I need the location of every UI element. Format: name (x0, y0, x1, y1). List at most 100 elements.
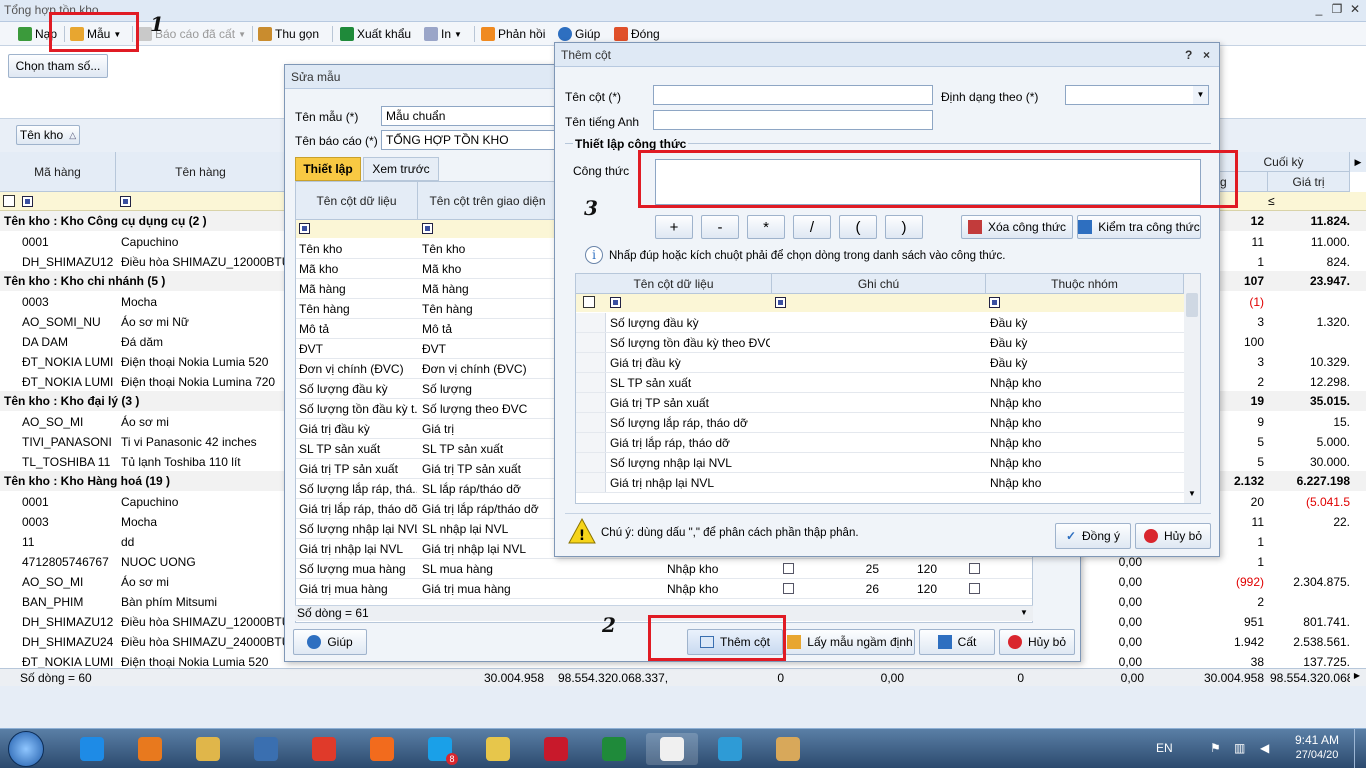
col-header-ghi-chu[interactable]: Ghi chú (772, 274, 986, 294)
data-column-name[interactable]: Giá trị nhập lại NVL (610, 476, 770, 490)
ten-tieng-anh-input[interactable] (653, 110, 933, 130)
volume-icon[interactable]: ◀ (1260, 741, 1269, 755)
chevron-down-icon[interactable]: ▼ (1193, 86, 1208, 104)
col-header-ten-hang[interactable]: Tên hàng (116, 152, 286, 192)
skype-icon[interactable]: 8 (414, 733, 466, 765)
operator-button[interactable]: * (747, 215, 785, 239)
in-button[interactable]: In ▼ (424, 25, 462, 43)
outlook-icon[interactable] (240, 733, 292, 765)
row-selector[interactable] (576, 353, 606, 372)
app-red-icon[interactable] (530, 733, 582, 765)
row-selector[interactable] (576, 333, 606, 352)
app-green-icon[interactable] (588, 733, 640, 765)
filter-checkbox[interactable] (120, 196, 131, 207)
data-column-name[interactable]: SL TP sản xuất (610, 376, 770, 390)
chrome-icon[interactable] (298, 733, 350, 765)
thu-gon-button[interactable]: Thu gọn (258, 25, 319, 43)
restore-button[interactable]: ❐ (1328, 2, 1346, 18)
data-column-name[interactable]: Số lượng tồn đầu kỳ theo ĐVC (610, 336, 770, 350)
giup-button[interactable]: Giúp (558, 25, 600, 43)
clock-time[interactable]: 9:41 AM (1292, 733, 1342, 747)
data-column-name[interactable]: Số lượng lắp ráp, tháo dỡ (610, 416, 770, 430)
giup-button[interactable]: Giúp (293, 629, 367, 655)
row-checkbox[interactable] (783, 563, 794, 574)
operator-button[interactable]: - (701, 215, 739, 239)
xuat-khau-button[interactable]: Xuất khẩu (340, 25, 411, 43)
cat-button[interactable]: Cất (919, 629, 995, 655)
dinh-dang-select[interactable] (1065, 85, 1209, 105)
operator-button[interactable]: / (793, 215, 831, 239)
filter-clear-icon[interactable] (583, 296, 595, 308)
kiem-tra-cong-thuc-button[interactable]: Kiểm tra công thức (1077, 215, 1201, 239)
row-selector[interactable] (576, 373, 606, 392)
scroll-down-icon[interactable]: ▼ (1184, 489, 1200, 503)
data-column-name[interactable]: Giá trị lắp ráp, tháo dỡ (610, 436, 770, 450)
show-desktop-button[interactable] (1354, 729, 1366, 768)
row-checkbox[interactable] (783, 583, 794, 594)
row-selector[interactable] (576, 453, 606, 472)
operator-button[interactable]: ( (839, 215, 877, 239)
group-chip-ten-kho[interactable]: Tên kho △ (16, 125, 80, 145)
row-selector[interactable] (576, 433, 606, 452)
row-selector[interactable] (576, 313, 606, 332)
row-checkbox[interactable] (969, 583, 980, 594)
ten-cot-input[interactable] (653, 85, 933, 105)
filter-checkbox[interactable] (422, 223, 433, 234)
filter-checkbox[interactable] (610, 297, 621, 308)
clock-date[interactable]: 27/04/20 (1292, 749, 1342, 761)
xoa-cong-thuc-button[interactable]: Xóa công thức (961, 215, 1073, 239)
row-checkbox[interactable] (969, 563, 980, 574)
flag-icon[interactable]: ⚑ (1210, 741, 1221, 755)
close-button[interactable]: × (1203, 48, 1210, 62)
operator-button[interactable]: + (655, 215, 693, 239)
paint-icon[interactable] (646, 733, 698, 765)
ie-icon[interactable] (66, 733, 118, 765)
lay-mau-ngam-dinh-button[interactable]: Lấy mẫu ngầm định (785, 629, 915, 655)
filter-checkbox[interactable] (775, 297, 786, 308)
filter-checkbox[interactable] (299, 223, 310, 234)
app-circle-icon[interactable] (704, 733, 756, 765)
language-indicator[interactable]: EN (1156, 741, 1173, 755)
close-button[interactable]: ✕ (1346, 2, 1364, 18)
tab-xem-truoc[interactable]: Xem trước (363, 157, 439, 181)
scroll-thumb[interactable] (1186, 293, 1198, 317)
huy-bo-button[interactable]: Hủy bỏ (1135, 523, 1211, 549)
minimize-button[interactable]: _ (1310, 2, 1328, 18)
scroll-right-icon[interactable]: ▶ (1350, 152, 1366, 172)
col-header-data[interactable]: Tên cột dữ liệu (296, 182, 418, 220)
row-selector[interactable] (576, 473, 606, 492)
data-column-name[interactable]: Số lượng nhập lại NVL (610, 456, 770, 470)
tab-thiet-lap[interactable]: Thiết lập (295, 157, 361, 181)
media-player-icon[interactable] (124, 733, 176, 765)
dong-y-button[interactable]: ✓ Đồng ý (1055, 523, 1131, 549)
scroll-right-icon[interactable]: ▶ (1350, 671, 1364, 685)
filter-checkbox[interactable] (989, 297, 1000, 308)
help-button[interactable]: ? (1185, 48, 1192, 62)
data-column-name[interactable]: Giá trị TP sản xuất (610, 396, 770, 410)
start-button[interactable] (8, 731, 44, 767)
filter-operator[interactable]: ≤ (1268, 194, 1288, 210)
dong-button[interactable]: Đóng (614, 25, 660, 43)
col-header-gia-tri[interactable]: Giá trị (1268, 172, 1350, 192)
ten-bao-cao-input[interactable]: TỔNG HỢP TỒN KHO (381, 130, 561, 150)
phan-hoi-button[interactable]: Phản hồi (481, 25, 545, 43)
filter-checkbox[interactable] (22, 196, 33, 207)
row-selector[interactable] (576, 413, 606, 432)
network-icon[interactable]: ▥ (1234, 741, 1245, 755)
data-column-name[interactable]: Số lượng đầu kỳ (610, 316, 770, 330)
col-header-ten-cot[interactable]: Tên cột dữ liệu (576, 274, 772, 294)
ten-mau-input[interactable]: Mẫu chuẩn (381, 106, 561, 126)
col-header-ma-hang[interactable]: Mã hàng (0, 152, 116, 192)
data-column-name[interactable]: Giá trị đầu kỳ (610, 356, 770, 370)
col-header-ui[interactable]: Tên cột trên giao diện (418, 182, 558, 220)
paint-palette-icon[interactable] (762, 733, 814, 765)
chon-tham-so-button[interactable]: Chọn tham số... (8, 54, 108, 78)
huy-bo-button[interactable]: Hủy bỏ (999, 629, 1075, 655)
scroll-down-icon[interactable]: ▼ (1017, 606, 1031, 620)
operator-button[interactable]: ) (885, 215, 923, 239)
filter-clear-icon[interactable] (3, 195, 15, 207)
folder-icon[interactable] (472, 733, 524, 765)
file-explorer-icon[interactable] (182, 733, 234, 765)
firefox-icon[interactable] (356, 733, 408, 765)
col-header-thuoc-nhom[interactable]: Thuộc nhóm (986, 274, 1184, 294)
